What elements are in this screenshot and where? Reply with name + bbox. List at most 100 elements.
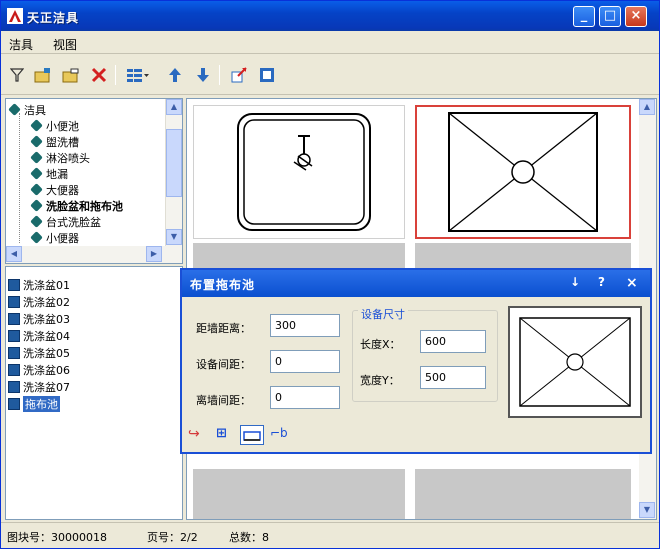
maximize-icon: □: [603, 8, 617, 23]
status-block-code: 图块号：30000018: [7, 531, 107, 544]
gallery-cell[interactable]: [193, 105, 405, 239]
toolbar-separator: [115, 65, 116, 85]
width-input[interactable]: [420, 366, 486, 389]
tree-node-icon: [30, 183, 43, 196]
insert-block-icon[interactable]: [229, 65, 249, 85]
menu-item-tools[interactable]: 洁具: [9, 36, 33, 53]
arrow-down-icon[interactable]: [193, 65, 213, 85]
gallery-cell-caption: [193, 243, 405, 269]
toolbar: [1, 55, 659, 95]
tree-node-icon: [30, 231, 43, 244]
help-icon[interactable]: ?: [598, 275, 605, 289]
device-spacing-input[interactable]: [270, 350, 340, 373]
dialog-close-icon[interactable]: ×: [626, 275, 638, 291]
away-spacing-label: 离墙间距：: [196, 394, 251, 407]
window-icon[interactable]: [257, 65, 277, 85]
list-item[interactable]: 洗涤盆06: [8, 363, 70, 377]
list-item[interactable]: 洗涤盆03: [8, 312, 70, 326]
tree-node[interactable]: 小便器: [30, 231, 79, 245]
mop-sink-preview-drawing: [519, 317, 631, 407]
scroll-thumb[interactable]: [166, 129, 182, 197]
gallery-cell-caption: [415, 243, 631, 269]
minimize-button[interactable]: _: [573, 6, 595, 27]
scroll-down-icon[interactable]: ▼: [166, 229, 182, 245]
tree-node[interactable]: 大便器: [30, 183, 79, 197]
tree-node[interactable]: 小便池: [30, 119, 79, 133]
app-logo-icon: [7, 8, 23, 24]
tree-guide-line: [19, 113, 20, 243]
tree-node-icon: [30, 167, 43, 180]
mop-sink-drawing: [448, 112, 598, 232]
block-icon: [8, 381, 20, 393]
list-item[interactable]: 洗涤盆07: [8, 380, 70, 394]
filter-icon[interactable]: [7, 65, 27, 85]
list-item[interactable]: 洗涤盆01: [8, 278, 70, 292]
dialog-preview: [508, 306, 642, 418]
new-folder-icon[interactable]: [33, 65, 53, 85]
tree-node-selected[interactable]: 洗脸盆和拖布池: [30, 199, 123, 213]
block-icon: [8, 398, 20, 410]
away-spacing-input[interactable]: [270, 386, 340, 409]
list-item-selected[interactable]: 拖布池: [8, 396, 60, 412]
tree-node-root[interactable]: 洁具: [8, 103, 46, 117]
block-list[interactable]: 洗涤盆01 洗涤盆02 洗涤盆03 洗涤盆04 洗涤盆05 洗涤盆06 洗涤盆0…: [5, 266, 183, 520]
menu-item-view[interactable]: 视图: [53, 36, 77, 53]
edit-folder-icon[interactable]: [61, 65, 81, 85]
list-item[interactable]: 洗涤盆02: [8, 295, 70, 309]
grid-layout-icon[interactable]: ⊞: [216, 426, 227, 441]
device-size-legend: 设备尺寸: [358, 306, 408, 322]
gallery-cell-selected[interactable]: [415, 105, 631, 239]
block-icon: [8, 364, 20, 376]
scroll-up-icon[interactable]: ▲: [166, 99, 182, 115]
tree-node[interactable]: 台式洗脸盆: [30, 215, 101, 229]
tree-node-icon: [30, 151, 43, 164]
arrow-up-icon[interactable]: [165, 65, 185, 85]
tree-node[interactable]: 盥洗槽: [30, 135, 79, 149]
scroll-right-icon[interactable]: ▶: [146, 246, 162, 262]
tree-node-icon: [30, 215, 43, 228]
list-item[interactable]: 洗涤盆04: [8, 329, 70, 343]
tree-node[interactable]: 地漏: [30, 167, 68, 181]
block-icon: [8, 330, 20, 342]
status-bar: 图块号：30000018 页号：2/2 总数：8: [1, 522, 659, 548]
menu-bar: 洁具 视图: [1, 32, 659, 54]
length-input[interactable]: [420, 330, 486, 353]
sink-drawing: [237, 113, 371, 231]
wall-distance-label: 距墙距离：: [196, 322, 251, 335]
toolbar-separator: [219, 65, 220, 85]
tree-node-icon: [30, 119, 43, 132]
align-corner-icon[interactable]: ⌐b: [270, 426, 288, 440]
block-icon: [8, 296, 20, 308]
title-bar[interactable]: 天正洁具 _ □ ×: [1, 1, 659, 31]
scroll-up-icon[interactable]: ▲: [639, 99, 655, 115]
category-tree[interactable]: 洁具 小便池 盥洗槽 淋浴喷头 地漏 大便器 洗脸盆和拖布池 台式洗脸盆 小便器…: [5, 98, 183, 264]
dialog-title: 布置拖布池: [190, 278, 256, 292]
gallery-cell-caption: [415, 469, 631, 519]
delete-icon[interactable]: [89, 65, 109, 85]
window-title: 天正洁具: [27, 11, 80, 25]
pin-icon[interactable]: ↓: [570, 275, 580, 289]
placement-dialog: 布置拖布池 ↓ ? × 距墙距离： 设备间距： 离墙间距： 设备尺寸 长度X： …: [180, 268, 652, 454]
tree-horizontal-scrollbar[interactable]: ◀ ▶: [6, 246, 182, 263]
tree-node-icon: [8, 103, 21, 116]
tree-vertical-scrollbar[interactable]: ▲ ▼: [165, 99, 182, 246]
wall-distance-input[interactable]: [270, 314, 340, 337]
gallery-cell-caption: [193, 469, 405, 519]
list-item[interactable]: 洗涤盆05: [8, 346, 70, 360]
close-button[interactable]: ×: [625, 6, 647, 27]
scroll-down-icon[interactable]: ▼: [639, 502, 655, 518]
status-count: 总数：8: [229, 531, 269, 544]
status-page: 页号：2/2: [147, 531, 198, 544]
tree-node-icon: [30, 135, 43, 148]
minimize-icon: _: [580, 8, 588, 23]
dialog-title-bar[interactable]: 布置拖布池 ↓ ? ×: [182, 270, 650, 297]
scroll-left-icon[interactable]: ◀: [6, 246, 22, 262]
width-label: 宽度Y：: [360, 374, 400, 387]
maximize-button[interactable]: □: [599, 6, 621, 27]
block-icon: [8, 313, 20, 325]
rotate-insert-icon[interactable]: ↪: [188, 426, 200, 442]
tree-node[interactable]: 淋浴喷头: [30, 151, 90, 165]
wall-mode-button[interactable]: [240, 425, 264, 445]
view-mode-icon[interactable]: [125, 65, 151, 85]
block-icon: [8, 347, 20, 359]
